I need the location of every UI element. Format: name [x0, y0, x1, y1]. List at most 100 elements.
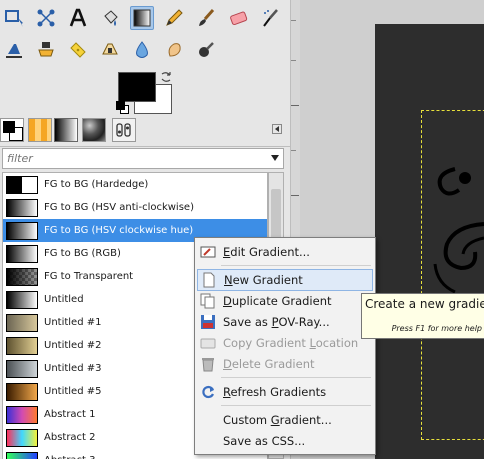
- gradient-swatch: [6, 198, 38, 217]
- gradient-label: Abstract 1: [44, 409, 96, 420]
- gradient-swatch: [6, 267, 38, 286]
- filter-input[interactable]: [5, 150, 259, 167]
- menu-item-label: Refresh Gradients: [223, 385, 326, 399]
- gradient-swatch: [6, 313, 38, 332]
- toolbox: [0, 0, 292, 70]
- eraser-icon[interactable]: [226, 6, 250, 30]
- menu-item-label: Save as CSS...: [223, 434, 305, 448]
- menu-separator: [221, 265, 371, 266]
- gradients-tab[interactable]: [54, 118, 78, 142]
- gradient-label: Abstract 3: [44, 455, 96, 459]
- gradients-context-menu: Edit Gradient... New Gradient Duplicate Gr…: [194, 237, 376, 455]
- foreground-color-swatch[interactable]: [118, 72, 156, 102]
- bucket-fill-icon[interactable]: [98, 6, 122, 30]
- gradient-swatch: [6, 290, 38, 309]
- label-text: Copy Gradient: [223, 336, 310, 350]
- gradient-swatch: [6, 428, 38, 447]
- blur-icon[interactable]: [130, 38, 154, 62]
- menu-item-label: New Gradient: [224, 273, 303, 287]
- mnemonic-letter: D: [223, 294, 232, 308]
- gradient-swatch: [6, 451, 38, 459]
- filter-combobox[interactable]: [2, 148, 284, 169]
- dock-tabs: [0, 116, 290, 147]
- label-text: ocation: [315, 336, 359, 350]
- image-canvas[interactable]: [375, 24, 484, 459]
- menu-item[interactable]: Edit Gradient...: [197, 241, 373, 263]
- mnemonic-letter: D: [223, 357, 232, 371]
- save-povray-icon: [200, 314, 216, 330]
- label-text: uplicate Gradient: [231, 294, 332, 308]
- blend-icon[interactable]: [130, 6, 154, 30]
- chevron-down-icon[interactable]: [271, 155, 279, 161]
- menu-item: Copy Gradient Location: [197, 332, 373, 354]
- tooltip-title: Create a new gradient: [365, 297, 484, 311]
- duplicate-gradient-icon: [200, 293, 216, 309]
- fg-bg-tab[interactable]: [0, 118, 24, 142]
- gradient-swatch: [6, 405, 38, 424]
- tooltip: Create a new gradient Press F1 for more …: [361, 293, 484, 339]
- menu-item[interactable]: Save as POV-Ray...: [197, 311, 373, 333]
- label-text: Custom: [223, 413, 271, 427]
- gradient-swatch: [6, 221, 38, 240]
- gradient-item[interactable]: FG to BG (Hardedge): [3, 173, 267, 196]
- select-icon[interactable]: [2, 6, 26, 30]
- pencil-icon[interactable]: [162, 6, 186, 30]
- gradient-label: FG to BG (RGB): [44, 248, 121, 259]
- tool-options-tab[interactable]: [112, 118, 136, 142]
- menu-item: Delete Gradient: [197, 353, 373, 375]
- swap-colors-icon[interactable]: [160, 71, 172, 83]
- gradient-swatch: [6, 336, 38, 355]
- menu-item[interactable]: Refresh Gradients: [197, 381, 373, 403]
- menu-item-label: Delete Gradient: [223, 357, 315, 371]
- menu-item-label: Save as POV-Ray...: [223, 315, 330, 329]
- gradient-swatch: [6, 359, 38, 378]
- dodge-burn-icon[interactable]: [194, 38, 218, 62]
- mnemonic-letter: N: [224, 273, 233, 287]
- gradient-swatch: [6, 175, 38, 194]
- gradient-label: Untitled #5: [44, 386, 102, 397]
- edit-gradient-icon: [200, 244, 216, 260]
- ornament-swirl: [433, 167, 484, 294]
- perspective-clone-icon[interactable]: [98, 38, 122, 62]
- gradient-label: FG to BG (HSV clockwise hue): [44, 225, 194, 236]
- mnemonic-letter: G: [270, 413, 280, 427]
- label-text: ew Gradient: [232, 273, 303, 287]
- menu-item-label: Copy Gradient Location: [223, 336, 358, 350]
- gradient-swatch: [6, 244, 38, 263]
- label-text: dit Gradient...: [230, 245, 310, 259]
- label-text: Save as CSS...: [223, 434, 306, 448]
- copy-location-icon: [200, 335, 216, 351]
- menu-item[interactable]: Custom Gradient...: [197, 409, 373, 431]
- smudge-icon[interactable]: [162, 38, 186, 62]
- gradient-label: FG to Transparent: [44, 271, 134, 282]
- ink-icon[interactable]: [2, 38, 26, 62]
- text-icon[interactable]: [66, 6, 90, 30]
- label-text: Save as: [223, 315, 272, 329]
- menu-item[interactable]: Duplicate Gradient: [197, 290, 373, 312]
- menu-item[interactable]: New Gradient: [197, 269, 373, 291]
- gradient-label: Untitled #3: [44, 363, 102, 374]
- gradient-label: Untitled: [44, 294, 84, 305]
- paintbrush-icon[interactable]: [194, 6, 218, 30]
- gradient-label: Untitled #2: [44, 340, 102, 351]
- menu-item[interactable]: Save as CSS...: [197, 430, 373, 452]
- default-colors-icon[interactable]: [116, 101, 129, 114]
- clone-icon[interactable]: [34, 38, 58, 62]
- airbrush-icon[interactable]: [258, 6, 282, 30]
- dock-menu-icon[interactable]: [272, 124, 282, 134]
- brushes-tab[interactable]: [82, 118, 106, 142]
- menu-separator: [221, 377, 371, 378]
- menu-icon-spacer: [200, 433, 216, 449]
- label-text: OV-Ray...: [278, 315, 330, 329]
- gradient-label: FG to BG (HSV anti-clockwise): [44, 202, 194, 213]
- menu-item-label: Custom Gradient...: [223, 413, 332, 427]
- heal-icon[interactable]: [66, 38, 90, 62]
- transform-icon[interactable]: [34, 6, 58, 30]
- gradient-item[interactable]: FG to BG (HSV anti-clockwise): [3, 196, 267, 219]
- delete-gradient-icon: [200, 356, 216, 372]
- patterns-tab[interactable]: [28, 118, 52, 142]
- menu-separator: [221, 405, 371, 406]
- gradient-label: Abstract 2: [44, 432, 96, 443]
- gradient-swatch: [6, 382, 38, 401]
- refresh-gradients-icon: [200, 384, 216, 400]
